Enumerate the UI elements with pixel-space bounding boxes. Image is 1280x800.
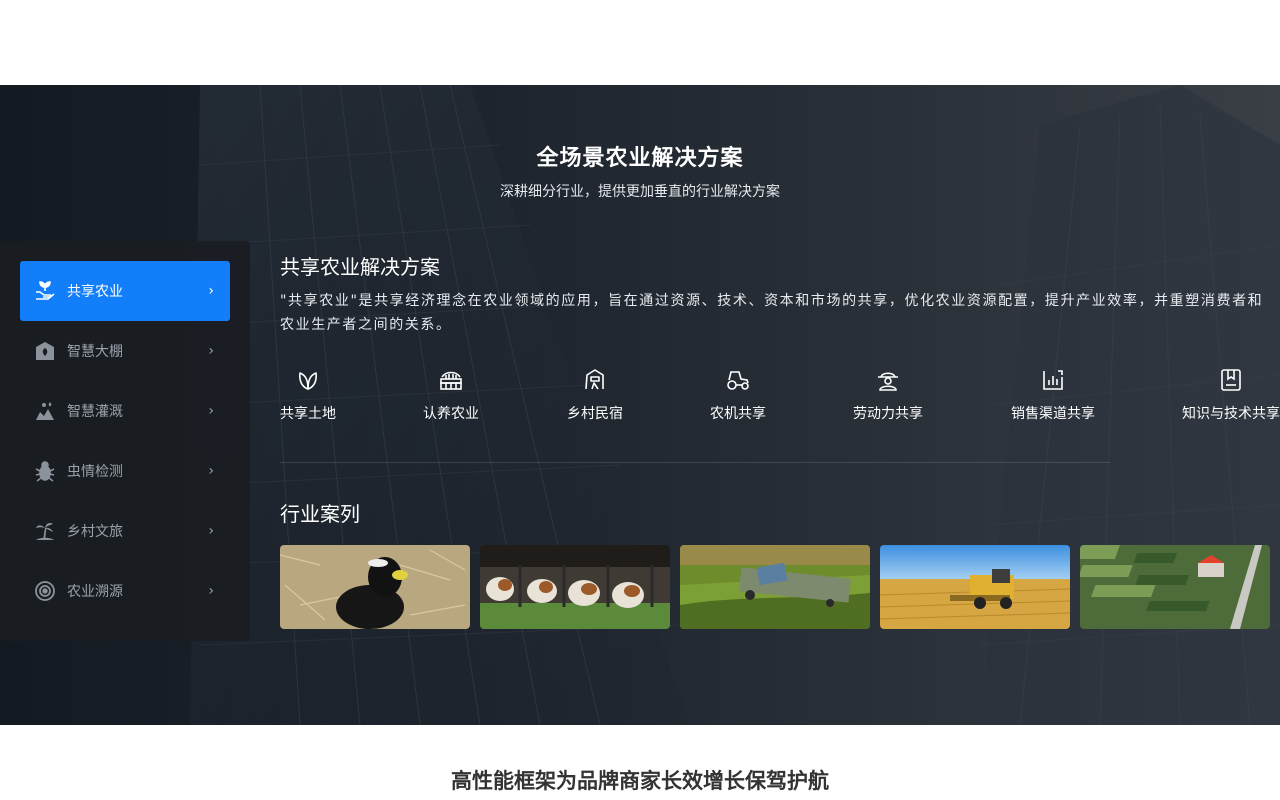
sprout-hands-icon [34,280,56,302]
irrigation-icon [34,400,56,422]
bar-chart-icon [1043,370,1063,390]
feature-label: 知识与技术共享 [1182,406,1280,422]
feature-label: 劳动力共享 [853,406,923,422]
feature-label: 认养农业 [423,406,479,422]
sidebar-item-rural-tourism[interactable]: 乡村文旅 › [20,501,230,561]
chevron-right-icon: › [208,523,214,539]
palm-tree-icon [34,520,56,542]
cases-title: 行业案列 [280,502,360,526]
solutions-section: 全场景农业解决方案 深耕细分行业，提供更加垂直的行业解决方案 共享农业 › 智慧… [0,85,1280,725]
feature-machinery-sharing[interactable]: 农机共享 [710,367,766,423]
top-navbar [0,0,1280,85]
chevron-right-icon: › [208,403,214,419]
sidebar-item-label: 智慧大棚 [67,344,123,360]
farmer-icon [878,372,898,391]
platform-title: 高性能框架为品牌商家长效增长保驾护航 [451,769,829,793]
feature-sales-channel-sharing[interactable]: 销售渠道共享 [1011,367,1095,423]
sidebar-item-label: 共享农业 [67,284,123,300]
sidebar-item-smart-irrigation[interactable]: 智慧灌溉 › [20,381,230,441]
knowledge-book-icon [1221,369,1241,391]
solution-title: 共享农业解决方案 [280,255,440,279]
lamb-photo [280,545,470,629]
harvester-photo [880,545,1070,629]
feature-adoption-agriculture[interactable]: 认养农业 [423,367,479,423]
greenhouse-aerial-photo [1080,545,1270,629]
tractor-field-photo [680,545,870,629]
target-icon [34,580,56,602]
section-divider [280,462,1110,463]
chevron-right-icon: › [208,463,214,479]
section-title: 全场景农业解决方案 [536,146,744,171]
bug-icon [34,460,56,482]
solution-sidebar: 共享农业 › 智慧大棚 › 智慧灌溉 › 虫情检测 › 乡村文旅 › 农业溯源 … [0,241,250,641]
farm-plot-icon [440,371,462,390]
tractor-icon [727,371,749,390]
chevron-right-icon: › [208,343,214,359]
dairy-cows-photo [480,545,670,629]
sidebar-item-label: 农业溯源 [67,584,123,600]
feature-label: 销售渠道共享 [1011,406,1095,422]
solution-description: "共享农业"是共享经济理念在农业领域的应用，旨在通过资源、技术、资本和市场的共享… [280,293,1264,333]
sidebar-item-pest-detection[interactable]: 虫情检测 › [20,441,230,501]
sidebar-item-label: 智慧灌溉 [67,404,123,420]
case-card-greenhouse-aerial[interactable] [1080,545,1270,629]
case-card-harvester[interactable] [880,545,1070,629]
sidebar-item-label: 虫情检测 [67,464,123,480]
feature-labor-sharing[interactable]: 劳动力共享 [853,367,923,423]
cottage-icon [585,369,604,390]
sidebar-item-traceability[interactable]: 农业溯源 › [20,561,230,621]
case-card-dairy-cows[interactable] [480,545,670,629]
sidebar-item-label: 乡村文旅 [67,524,123,540]
chevron-right-icon: › [208,583,214,599]
feature-label: 农机共享 [710,406,766,422]
feature-label: 共享土地 [280,406,336,422]
section-subtitle: 深耕细分行业，提供更加垂直的行业解决方案 [500,184,780,200]
sidebar-item-smart-greenhouse[interactable]: 智慧大棚 › [20,321,230,381]
feature-rural-homestay[interactable]: 乡村民宿 [567,367,623,423]
feature-shared-land[interactable]: 共享土地 [280,367,336,423]
leaf-icon [299,372,317,390]
greenhouse-icon [34,340,56,362]
case-card-lamb[interactable] [280,545,470,629]
sidebar-item-shared-agriculture[interactable]: 共享农业 › [20,261,230,321]
chevron-right-icon: › [208,283,214,299]
feature-knowledge-sharing[interactable]: 知识与技术共享 [1182,367,1280,423]
case-card-tractor-field[interactable] [680,545,870,629]
feature-label: 乡村民宿 [567,406,623,422]
